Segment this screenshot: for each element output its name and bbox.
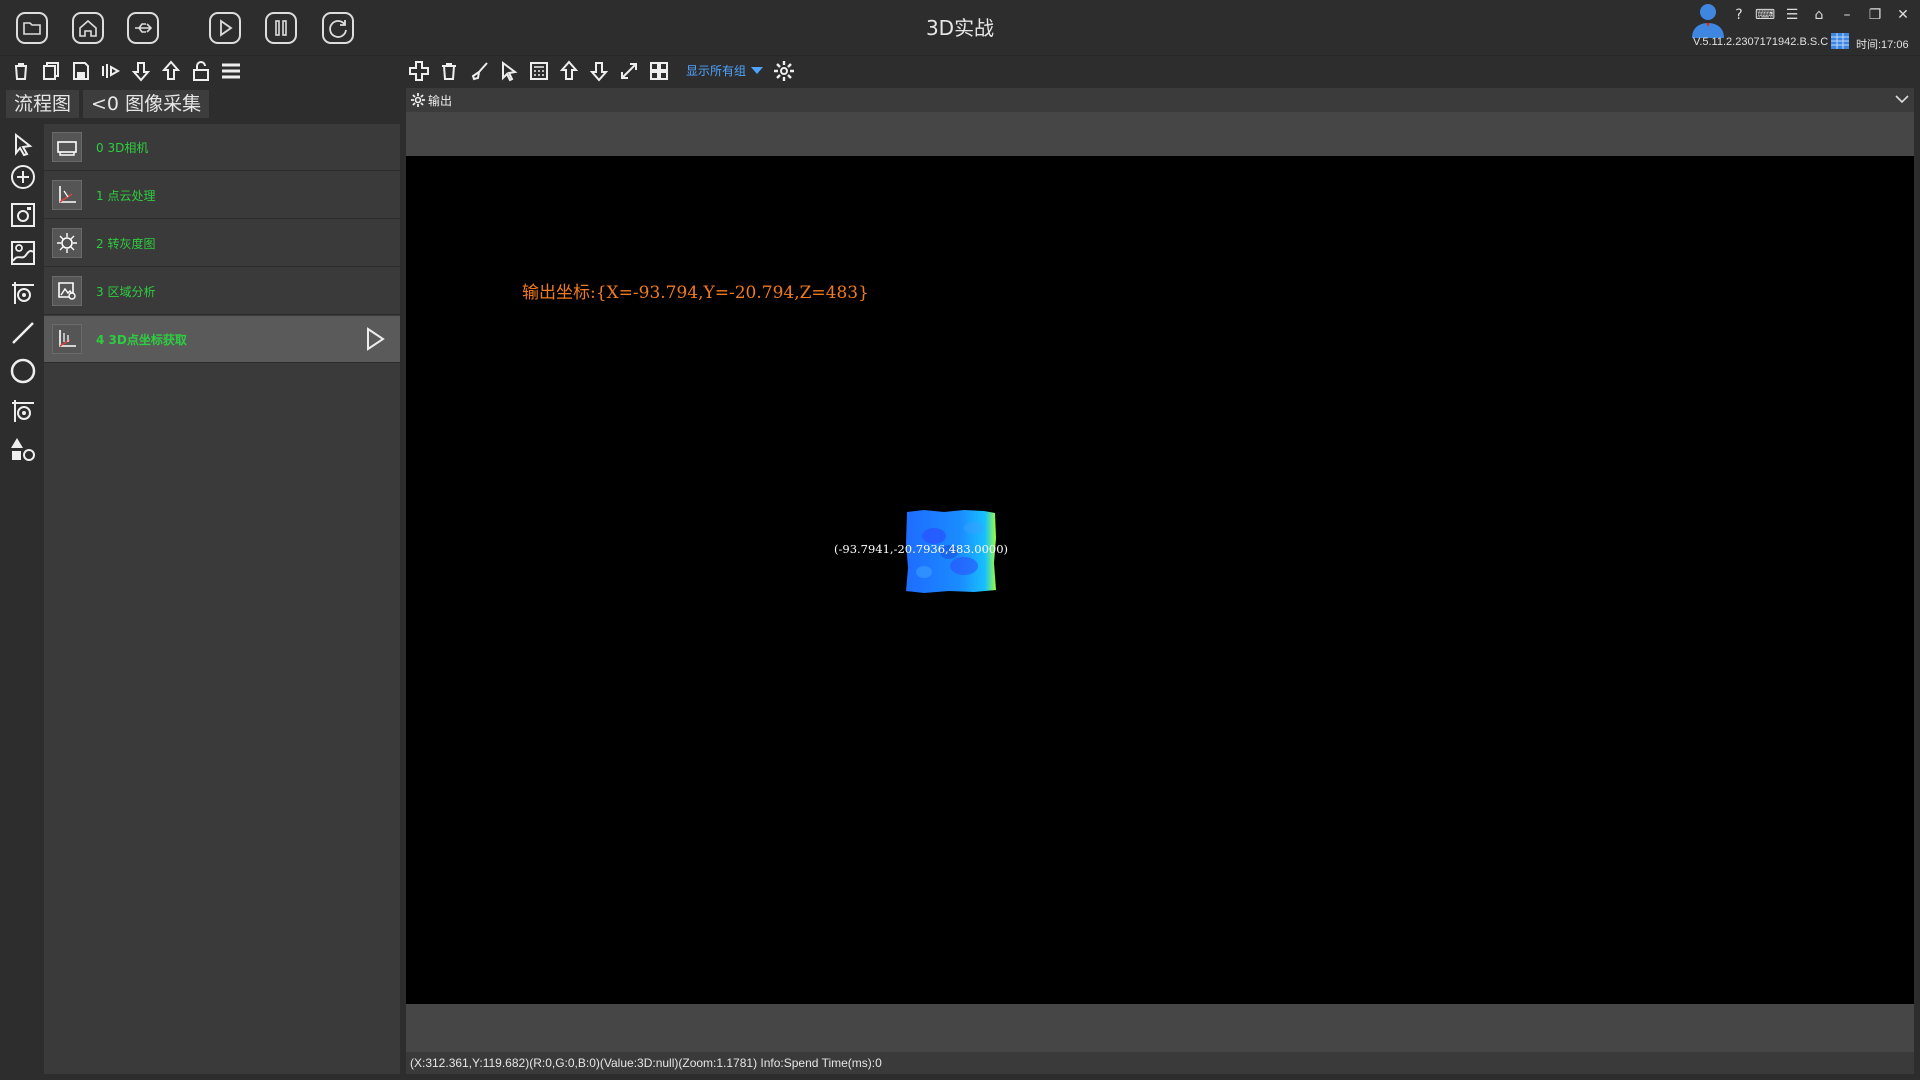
cursor-icon[interactable] (496, 58, 522, 84)
grid-layout-icon[interactable] (646, 58, 672, 84)
target-icon[interactable] (8, 278, 38, 308)
camera-3d-icon (52, 132, 82, 162)
move-down-icon[interactable] (586, 58, 612, 84)
circle-icon[interactable] (8, 356, 38, 386)
delete-icon[interactable] (8, 58, 34, 84)
point-coordinate-label: (-93.7941,-20.7936,483.0000) (834, 542, 1009, 556)
flow-item-point-cloud[interactable]: 1 点云处理 (44, 172, 400, 219)
calendar-grid-icon (1831, 33, 1849, 49)
image-curve-icon[interactable] (8, 238, 38, 268)
chevron-down-icon[interactable] (1894, 92, 1910, 106)
keyboard-icon[interactable]: ⌨ (1754, 4, 1776, 26)
gear-icon[interactable] (410, 92, 426, 108)
arrow-up-icon[interactable] (158, 58, 184, 84)
left-tabs: 流程图 <0 图像采集 (6, 90, 210, 118)
target-2-icon[interactable] (8, 396, 38, 426)
grayscale-icon (52, 228, 82, 258)
expand-icon[interactable] (616, 58, 642, 84)
menu-icon[interactable]: ☰ (1781, 4, 1803, 26)
flow-item-3d-camera[interactable]: 0 3D相机 (44, 124, 400, 171)
move-up-icon[interactable] (556, 58, 582, 84)
coordinate-icon (52, 324, 82, 354)
wave-icon[interactable] (98, 58, 124, 84)
flow-item-label: 4 3D点坐标获取 (96, 332, 187, 347)
right-edge (1914, 88, 1920, 1080)
image-icon[interactable] (8, 200, 38, 230)
unlock-icon[interactable] (188, 58, 214, 84)
flow-item-label: 0 3D相机 (96, 140, 149, 155)
pin-icon[interactable]: ⌂ (1808, 4, 1830, 26)
region-icon (52, 276, 82, 306)
output-label: 输出 (428, 94, 453, 108)
title-bar: 3D实战 ? ⌨ ☰ ⌂ – ❐ ✕ V.5.11.2.2307171942.B… (0, 0, 1920, 56)
output-top-strip (406, 112, 1914, 156)
user-avatar-icon[interactable] (1688, 2, 1728, 38)
flow-item-label: 1 点云处理 (96, 188, 156, 203)
add-icon[interactable] (406, 58, 432, 84)
tool-column (0, 122, 44, 1072)
show-all-groups-dropdown[interactable]: 显示所有组 (686, 62, 764, 79)
restore-button[interactable]: ❐ (1864, 4, 1886, 26)
menu-list-icon[interactable] (218, 58, 244, 84)
trash-icon[interactable] (436, 58, 462, 84)
gear-icon[interactable] (771, 58, 797, 84)
line-icon[interactable] (8, 318, 38, 348)
flow-list: 0 3D相机 1 点云处理 2 转灰度图 3 区域分析 4 3D点坐标获取 (44, 124, 400, 1074)
output-bottom-strip (406, 1004, 1914, 1052)
help-icon[interactable]: ? (1728, 4, 1750, 26)
show-groups-label: 显示所有组 (686, 64, 747, 78)
shapes-icon[interactable] (8, 434, 38, 464)
save-icon[interactable] (68, 58, 94, 84)
output-coordinate-text: 输出坐标:{X=-93.794,Y=-20.794,Z=483} (522, 283, 869, 303)
pause-icon[interactable] (261, 8, 301, 48)
folder-open-icon[interactable] (12, 8, 52, 48)
arrow-down-icon[interactable] (128, 58, 154, 84)
close-button[interactable]: ✕ (1892, 4, 1914, 26)
minimize-button[interactable]: – (1836, 4, 1858, 26)
refresh-icon[interactable] (318, 8, 358, 48)
home-icon[interactable] (68, 8, 108, 48)
flow-item-3d-coordinate[interactable]: 4 3D点坐标获取 (44, 316, 400, 363)
run-arrow-icon[interactable] (364, 326, 386, 352)
version-text: V.5.11.2.2307171942.B.S.C (1693, 36, 1829, 48)
image-viewer[interactable]: 输出坐标:{X=-93.794,Y=-20.794,Z=483} (-93.79… (406, 156, 1914, 1004)
flow-item-grayscale[interactable]: 2 转灰度图 (44, 220, 400, 267)
chevron-down-icon (751, 67, 764, 74)
calculator-icon[interactable] (526, 58, 552, 84)
brush-icon[interactable] (466, 58, 492, 84)
pointer-icon[interactable] (8, 130, 38, 160)
play-icon[interactable] (205, 8, 245, 48)
flow-item-label: 2 转灰度图 (96, 236, 156, 251)
time-label: 时间:17:06 (1856, 39, 1909, 51)
usb-icon[interactable] (123, 8, 163, 48)
copy-icon[interactable] (38, 58, 64, 84)
add-circle-icon[interactable] (8, 162, 38, 192)
output-header: 输出 (406, 88, 1916, 112)
flow-item-region-analysis[interactable]: 3 区域分析 (44, 268, 400, 315)
point-cloud-icon (52, 180, 82, 210)
status-bar: (X:312.361,Y:119.682)(R:0,G:0,B:0)(Value… (406, 1052, 1914, 1074)
flow-item-label: 3 区域分析 (96, 284, 156, 299)
status-text: (X:312.361,Y:119.682)(R:0,G:0,B:0)(Value… (410, 1056, 882, 1070)
tab-image-acquisition[interactable]: <0 图像采集 (83, 90, 210, 118)
tab-flowchart[interactable]: 流程图 (6, 90, 80, 118)
